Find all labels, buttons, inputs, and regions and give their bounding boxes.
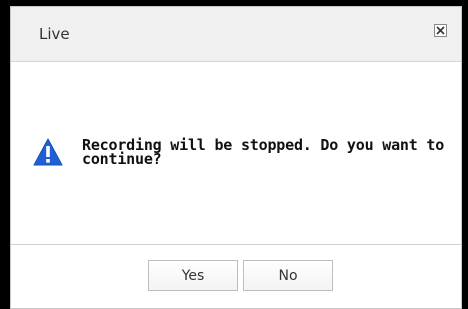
dialog-title: Live [39,25,70,43]
window-frame: Live Recording will be stopped. Do you w… [0,0,468,309]
no-button[interactable]: No [243,260,333,291]
close-icon [436,26,445,35]
dialog-titlebar: Live [11,7,461,62]
dialog-content: Recording will be stopped. Do you want t… [11,62,461,245]
footer-divider [11,244,461,245]
frame-border-left [0,0,10,309]
dialog-message: Recording will be stopped. Do you want t… [82,136,445,168]
close-button[interactable] [434,24,447,37]
frame-border-right [462,0,468,309]
confirm-dialog: Live Recording will be stopped. Do you w… [10,6,462,309]
warning-icon [32,137,64,167]
yes-button[interactable]: Yes [148,260,238,291]
